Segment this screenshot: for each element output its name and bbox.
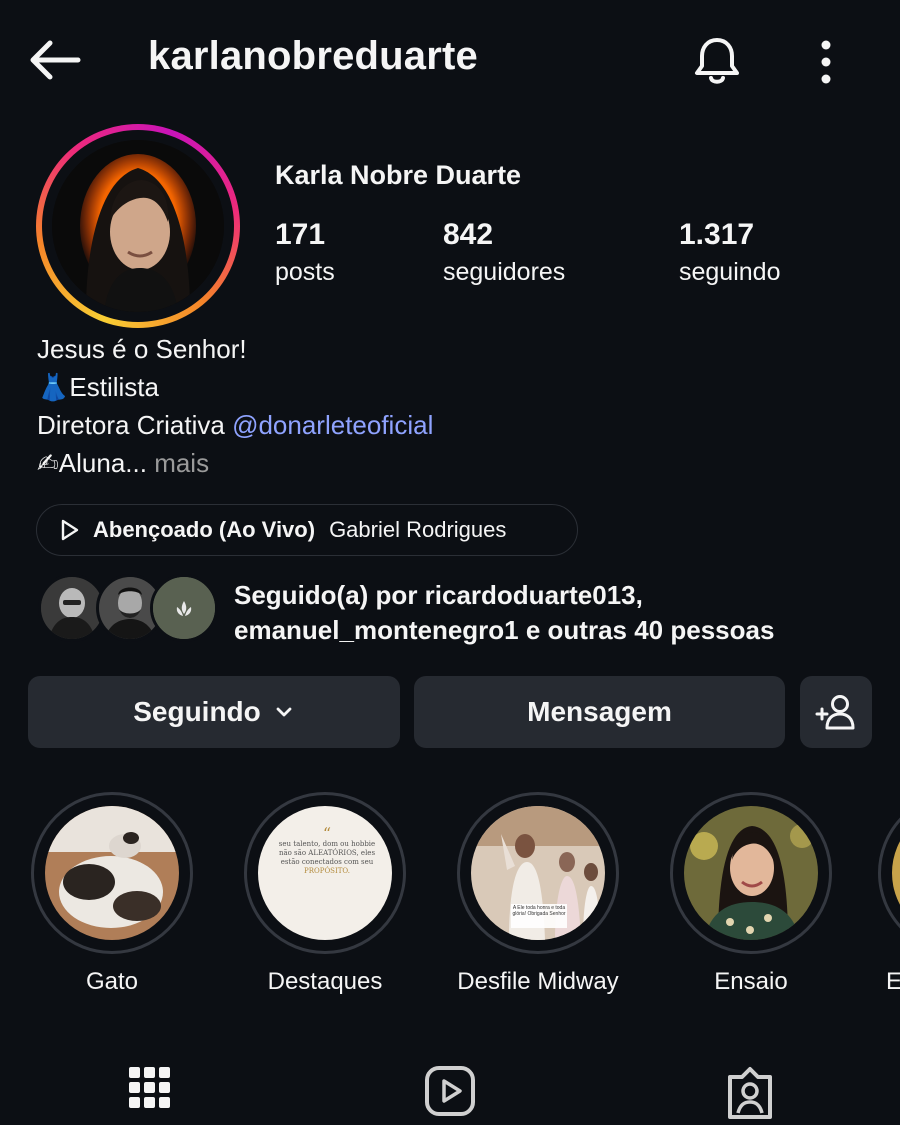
posts-count[interactable]: 171 posts xyxy=(275,218,335,287)
bio-line: Diretora Criativa @donarleteoficial xyxy=(37,406,433,444)
chevron-down-icon xyxy=(276,707,292,717)
stat-label: posts xyxy=(275,258,335,286)
highlight-label: Gato xyxy=(85,968,139,995)
highlight-destaques[interactable]: “ seu talento, dom ou hobbie não são ALE… xyxy=(239,792,411,996)
stat-value: 171 xyxy=(275,218,326,251)
profile-music-pill[interactable]: Abençoado (Ao Vivo) Gabriel Rodrigues xyxy=(36,504,578,556)
profile-username: karlanobreduarte xyxy=(148,34,478,78)
stat-label: seguidores xyxy=(443,258,566,286)
profile-tab-bar xyxy=(0,1060,900,1125)
add-user-icon xyxy=(815,695,855,730)
quote-text: seu talento, dom ou hobbie não são ALEAT… xyxy=(278,840,376,866)
following-button-label: Seguindo xyxy=(133,696,261,727)
tagged-icon[interactable] xyxy=(724,1065,776,1121)
arrow-left-icon[interactable] xyxy=(26,38,84,82)
quote-mark: “ xyxy=(322,824,332,843)
more-vertical-icon[interactable] xyxy=(812,38,840,86)
highlight-cover xyxy=(45,806,179,940)
following-button[interactable]: Seguindo xyxy=(28,676,400,748)
bio-line: 👗Estilista xyxy=(37,372,159,402)
highlight-label: Desfile Midway xyxy=(457,968,619,995)
highlight-label: Destaques xyxy=(267,968,383,995)
profile-full-name: Karla Nobre Duarte xyxy=(275,160,522,190)
message-button[interactable]: Mensagem xyxy=(414,676,785,748)
stat-value: 842 xyxy=(443,218,494,251)
message-button-label: Mensagem xyxy=(527,696,672,727)
bio-text: Diretora Criativa xyxy=(37,410,233,440)
grid-icon[interactable] xyxy=(128,1065,172,1117)
quote-card: “ seu talento, dom ou hobbie não são ALE… xyxy=(278,824,376,876)
highlight-caption: A Ele toda honra e toda glória! Obrigada… xyxy=(512,905,566,917)
highlight-label: E xyxy=(886,968,900,995)
followed-by-text: Seguido(a) por ricardoduarte013, emanuel… xyxy=(234,580,775,645)
highlight-cover: “ seu talento, dom ou hobbie não são ALE… xyxy=(258,806,392,940)
quote-emphasis: PROPÓSITO. xyxy=(304,867,350,875)
highlight-cover xyxy=(684,806,818,940)
bio-more-link[interactable]: mais xyxy=(147,448,209,478)
music-song-title: Abençoado (Ao Vivo) xyxy=(93,517,316,542)
profile-bio: Jesus é o Senhor! 👗Estilista Diretora Cr… xyxy=(37,330,433,482)
followed-by-row[interactable]: Seguido(a) por ricardoduarte013, emanuel… xyxy=(38,574,898,646)
profile-avatar-story-ring[interactable] xyxy=(36,124,240,328)
highlight-label: Ensaio xyxy=(714,968,788,995)
highlight-desfile-midway[interactable]: A Ele toda honra e toda glória! Obrigada… xyxy=(452,792,624,996)
stat-label: seguindo xyxy=(679,258,781,286)
follower-avatar xyxy=(150,574,218,642)
following-count[interactable]: 1.317 seguindo xyxy=(679,218,780,287)
top-bar: karlanobreduarte xyxy=(0,0,900,120)
highlight-ring-partial xyxy=(878,792,900,954)
highlight-cover: A Ele toda honra e toda glória! Obrigada… xyxy=(471,806,605,940)
highlight-partial[interactable]: E xyxy=(878,792,900,996)
followers-count[interactable]: 842 seguidores xyxy=(443,218,565,287)
highlight-gato[interactable]: Gato xyxy=(26,792,198,996)
bio-line: Jesus é o Senhor! xyxy=(37,334,247,364)
reels-icon[interactable] xyxy=(424,1065,476,1117)
bio-line: ✍Aluna... mais xyxy=(37,444,433,482)
play-icon xyxy=(61,519,79,541)
stat-value: 1.317 xyxy=(679,218,755,251)
music-artist: Gabriel Rodrigues xyxy=(329,517,507,542)
bell-icon[interactable] xyxy=(690,34,744,88)
profile-avatar xyxy=(52,140,224,312)
highlight-ensaio[interactable]: Ensaio xyxy=(665,792,837,996)
suggest-users-button[interactable] xyxy=(800,676,872,748)
bio-mention-link[interactable]: @donarleteoficial xyxy=(232,410,433,440)
bio-text: ✍Aluna... xyxy=(37,448,147,478)
